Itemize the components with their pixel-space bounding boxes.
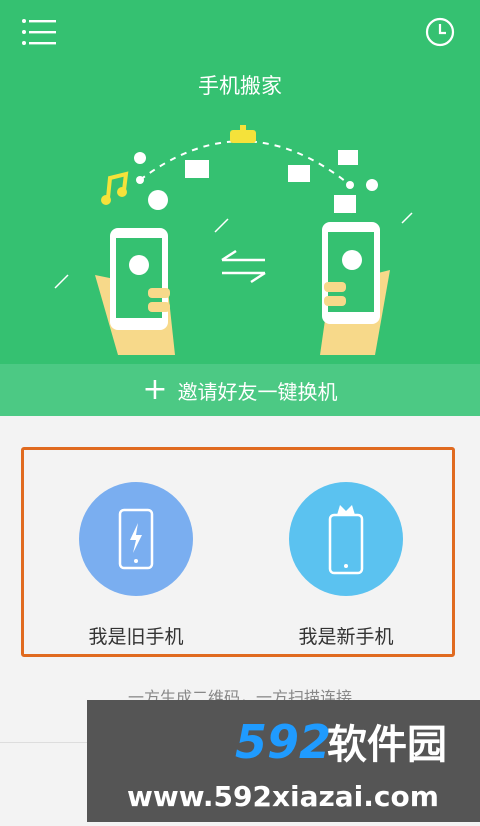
watermark-logo: 592 软件园 www.592xiazai.com: [127, 715, 447, 813]
role-selection-panel: 我是旧手机 我是新手机: [21, 447, 455, 657]
phone-crown-icon: [328, 505, 364, 575]
gift-box-icon: [288, 165, 310, 182]
new-phone-hand-illustration: [320, 222, 390, 355]
video-icon: [338, 150, 358, 165]
old-phone-circle: [79, 482, 193, 596]
watermark-overlay: 592 软件园 www.592xiazai.com: [87, 700, 480, 822]
transfer-arrows-icon: [221, 249, 266, 284]
hero-banner: 手机搬家: [0, 0, 480, 364]
balloon-icon-right: [366, 179, 378, 191]
old-phone-button[interactable]: 我是旧手机: [56, 482, 216, 649]
svg-text:www.592xiazai.com: www.592xiazai.com: [127, 780, 439, 813]
plus-icon: +: [142, 372, 168, 407]
game-controller-icon: [230, 125, 256, 143]
old-phone-label: 我是旧手机: [88, 626, 184, 648]
menu-icon[interactable]: [22, 18, 56, 46]
phone-transfer-illustration: [54, 125, 413, 355]
svg-text:592: 592: [235, 715, 331, 769]
new-phone-button[interactable]: 我是新手机: [266, 482, 426, 649]
new-phone-label: 我是新手机: [298, 626, 394, 648]
old-phone-hand-illustration: [95, 228, 175, 355]
music-icon: [101, 171, 129, 205]
new-phone-circle: [289, 482, 403, 596]
invite-label: 邀请好友一键换机: [177, 379, 338, 404]
folder-icon: [185, 160, 209, 178]
invite-friend-button[interactable]: + 邀请好友一键换机: [0, 364, 480, 416]
clock-icon[interactable]: [424, 16, 456, 48]
phone-bolt-icon: [118, 508, 154, 570]
app-grid-icon: [334, 195, 356, 213]
film-reel-icon: [148, 190, 168, 210]
svg-text:软件园: 软件园: [327, 722, 447, 768]
page-title: 手机搬家: [198, 74, 282, 98]
balloon-icon-left: [134, 152, 146, 164]
